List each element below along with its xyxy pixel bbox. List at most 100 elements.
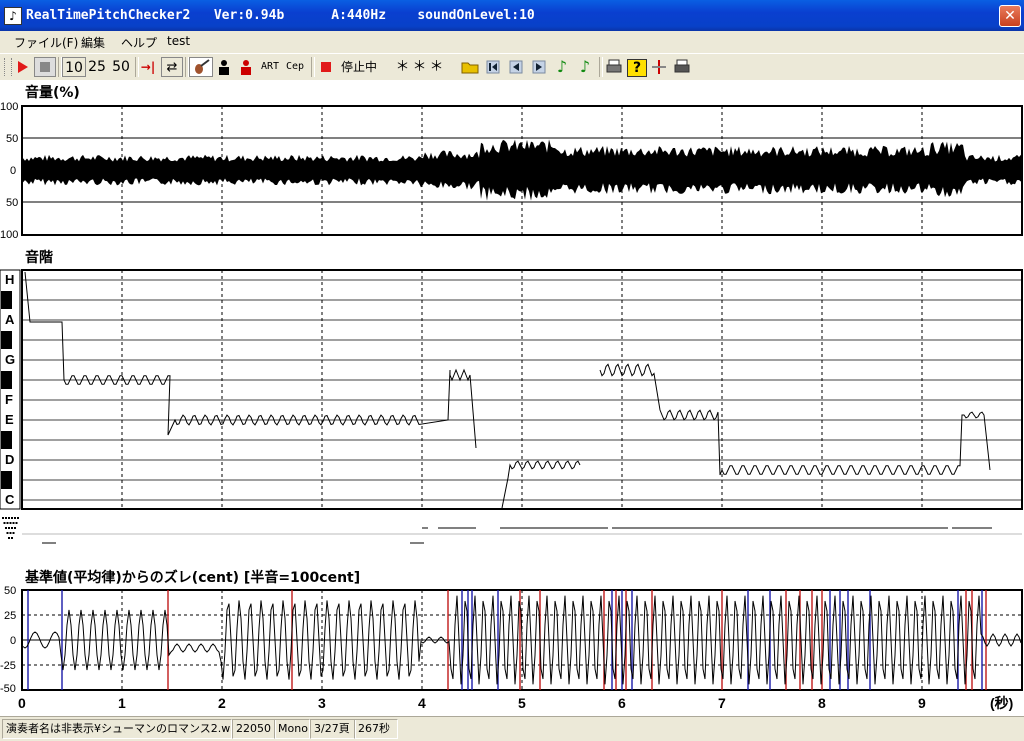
folder-icon: [461, 62, 479, 74]
deviation-tick-50: 50: [4, 585, 16, 597]
strip-marker: [14, 527, 16, 529]
deviation-tick-25: 25: [4, 610, 16, 622]
violin-button[interactable]: [189, 57, 213, 77]
note-label-e: E: [5, 412, 14, 427]
strip-marker: [5, 517, 7, 519]
black-key: [1, 371, 12, 389]
deviation-panel-title: 基準値(平均律)からのズレ(cent) [半音=100cent]: [25, 569, 360, 586]
note-label-c: C: [5, 492, 15, 507]
volume-tick-100-top: 100: [0, 101, 18, 113]
person-icon: [219, 60, 229, 75]
time-tick-label: 1: [118, 695, 126, 711]
violin-icon: [195, 59, 210, 74]
zoom-50-button[interactable]: 50: [110, 57, 132, 77]
deviation-tick-0: 0: [10, 635, 16, 647]
strip-marker: [12, 532, 15, 534]
music-note-outline-icon: ♪: [579, 57, 591, 76]
time-tick-label: 8: [818, 695, 826, 711]
print-setup-button[interactable]: [604, 57, 624, 77]
time-tick-label: 6: [618, 695, 626, 711]
volume-panel-title: 音量(%): [25, 84, 80, 101]
stop-square-icon: [321, 62, 331, 72]
art-button[interactable]: ART: [258, 57, 282, 77]
player-button[interactable]: [214, 57, 234, 77]
strip-marker: [12, 522, 15, 524]
black-key: [1, 431, 12, 449]
note-label-g: G: [5, 352, 15, 367]
volume-tick-0: 0: [10, 165, 16, 177]
volume-tick-50-bottom: 50: [6, 197, 18, 209]
note-label-h: H: [5, 272, 14, 287]
skip-to-end-button[interactable]: →|: [138, 57, 158, 77]
strip-marker: [8, 537, 10, 539]
printer-icon: [606, 59, 622, 73]
first-page-button[interactable]: [483, 57, 503, 77]
scale-panel-title: 音階: [25, 249, 53, 266]
volume-panel: [21, 105, 1023, 236]
strip-marker: [8, 517, 10, 519]
person-red-icon: [241, 60, 251, 75]
status-page: 3/27頁: [310, 719, 356, 739]
time-tick-label: 3: [318, 695, 326, 711]
stopped-status-label: 停止中: [340, 60, 377, 74]
volume-tick-100-bottom: 100: [0, 229, 18, 241]
record-stop-indicator[interactable]: [316, 57, 336, 77]
strip-marker: [11, 517, 13, 519]
strip-marker: [6, 532, 9, 534]
cep-button[interactable]: Cep: [283, 57, 307, 77]
analysis-svg: .lbl{font-family:"DejaVu Sans",sans-seri…: [0, 84, 1023, 711]
crosshair-icon: [652, 60, 666, 74]
menu-file[interactable]: ファイル(F): [14, 34, 78, 51]
strip-marker: [17, 517, 19, 519]
analysis-area: .lbl{font-family:"DejaVu Sans",sans-seri…: [0, 80, 1024, 716]
scale-panel: [21, 269, 1023, 510]
menu-edit[interactable]: 編集: [81, 34, 105, 51]
player-red-button[interactable]: [236, 57, 256, 77]
first-page-icon: [486, 60, 500, 74]
deviation-tick-neg50: -50: [0, 683, 16, 695]
menu-bar: ファイル(F) 編集 ヘルプ test: [0, 31, 1024, 52]
note-segment-strip: [0, 514, 1022, 554]
time-tick-label: 2: [218, 695, 226, 711]
strip-marker: [2, 517, 4, 519]
title-bar: ♪ RealTimePitchChecker2 Ver:0.94b A:440H…: [0, 0, 1024, 31]
toolbar: 10 25 50 →| ⇄ ART Cep 停止中 ＊＊＊ ♪ ♪ ?: [0, 53, 1024, 81]
deviation-tick-neg25: -25: [0, 660, 16, 672]
stop-button[interactable]: [34, 57, 56, 77]
piano-keyboard: [0, 269, 21, 510]
prev-page-icon: [509, 60, 523, 74]
time-tick-label: 5: [518, 695, 526, 711]
next-page-button[interactable]: [529, 57, 549, 77]
zoom-10-button[interactable]: 10: [62, 57, 86, 77]
strip-marker: [9, 522, 12, 524]
open-folder-button[interactable]: [460, 57, 480, 77]
note-outline-button[interactable]: ♪: [575, 57, 595, 77]
next-page-icon: [532, 60, 546, 74]
note-label-d: D: [5, 452, 14, 467]
toolbar-separator: [599, 57, 603, 77]
menu-test[interactable]: test: [167, 34, 190, 48]
time-unit-label: (秒): [990, 695, 1013, 711]
note-label-a: A: [5, 312, 15, 327]
zoom-25-button[interactable]: 25: [86, 57, 108, 77]
status-duration: 267秒: [354, 719, 398, 739]
app-icon: ♪: [4, 7, 22, 25]
play-button[interactable]: [12, 57, 32, 77]
strip-marker: [5, 527, 7, 529]
marker-button[interactable]: [649, 57, 669, 77]
printer-icon: [674, 59, 690, 73]
menu-help[interactable]: ヘルプ: [121, 34, 157, 51]
close-button[interactable]: ✕: [999, 5, 1021, 27]
black-key: [1, 471, 12, 489]
note-label-f: F: [5, 392, 13, 407]
toolbar-separator: [311, 57, 315, 77]
loop-button[interactable]: ⇄: [161, 57, 183, 77]
time-axis: 0 1 2 3 4 5 6 7 8 9: [18, 695, 926, 711]
strip-marker: [8, 527, 10, 529]
note-display: ＊＊＊: [395, 59, 447, 75]
help-button[interactable]: ?: [627, 59, 647, 77]
prev-page-button[interactable]: [506, 57, 526, 77]
strip-marker: [3, 522, 6, 524]
print-button[interactable]: [672, 57, 692, 77]
note-green-button[interactable]: ♪: [552, 57, 572, 77]
